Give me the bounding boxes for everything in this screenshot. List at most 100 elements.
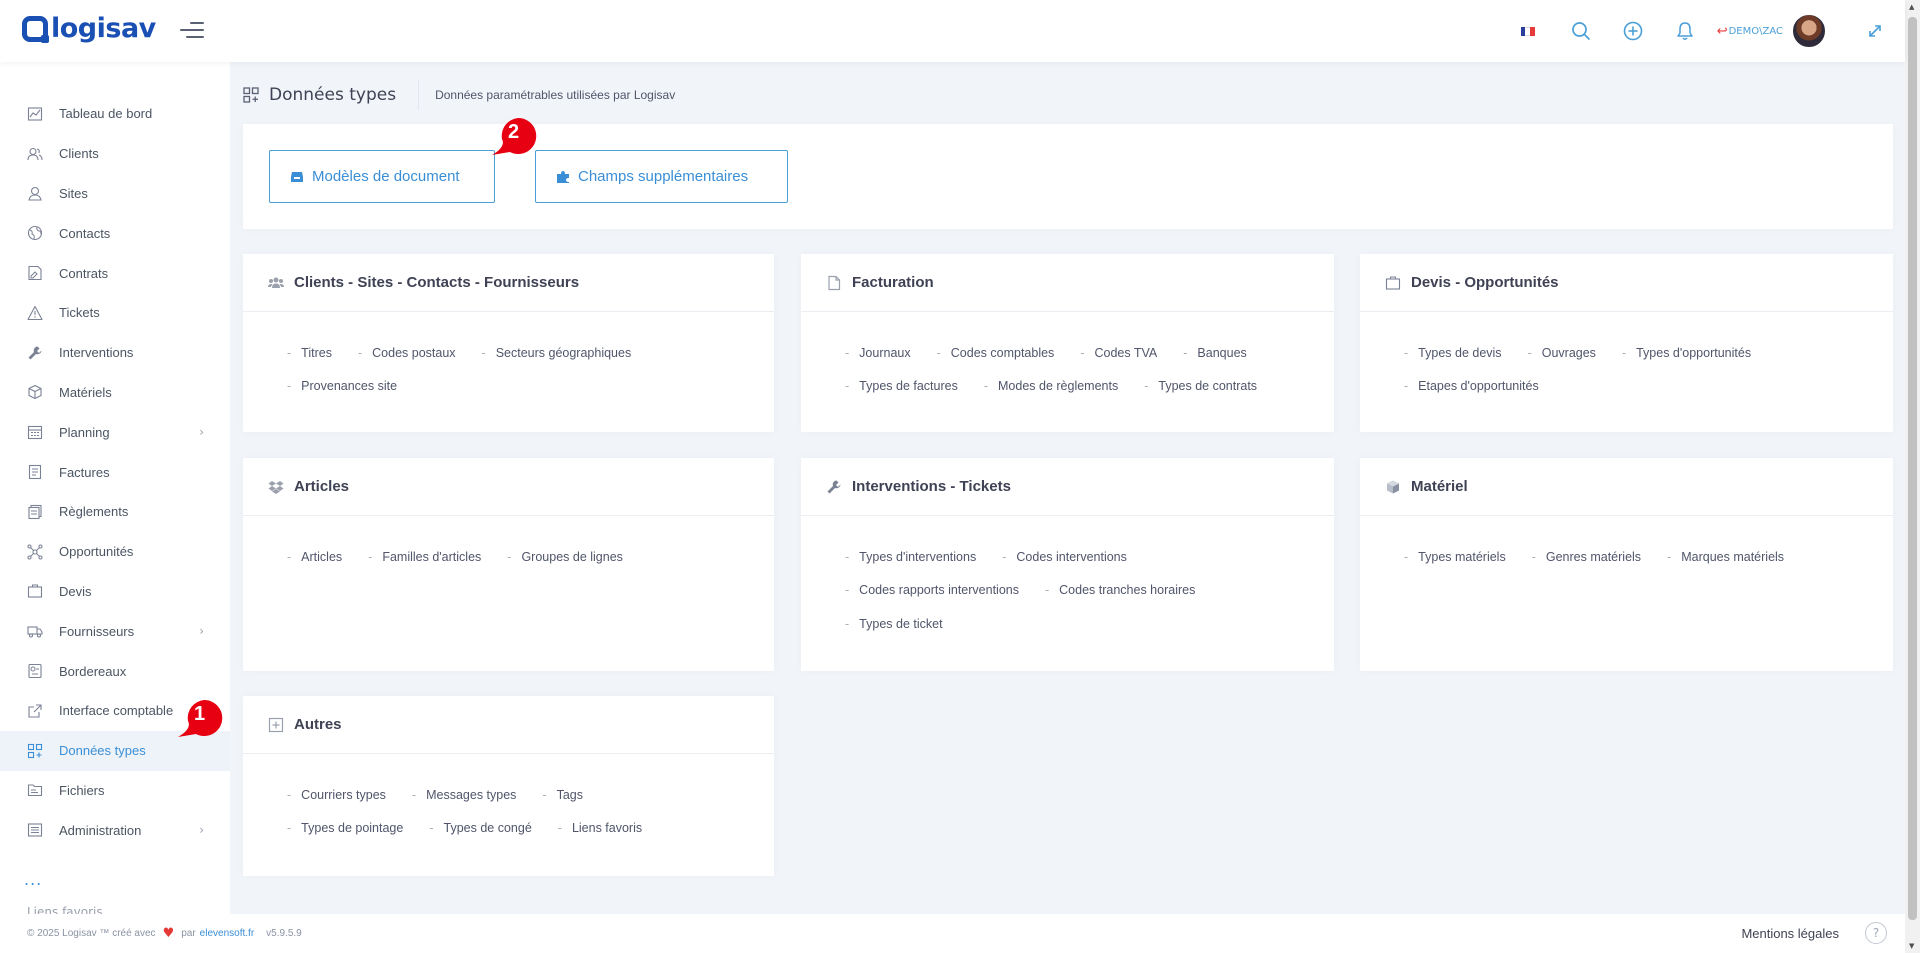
sidebar-item-opportunites[interactable]: Opportunités xyxy=(0,532,230,572)
sidebar-item-bordereaux[interactable]: Bordereaux xyxy=(0,651,230,691)
sidebar-item-tableau-de-bord[interactable]: Tableau de bord xyxy=(0,94,230,134)
sidebar-item-interventions[interactable]: Interventions xyxy=(0,333,230,373)
chevron-right-icon: › xyxy=(199,425,204,440)
section-link[interactable]: Codes tranches horaires xyxy=(1045,574,1195,608)
more-dots[interactable]: ... xyxy=(24,870,42,889)
section-link[interactable]: Journaux xyxy=(845,336,910,370)
section-link[interactable]: Banques xyxy=(1183,336,1246,370)
section-link[interactable]: Secteurs géographiques xyxy=(482,336,632,370)
chevron-right-icon: › xyxy=(199,624,204,639)
sidebar-item-label: Fichiers xyxy=(59,782,105,798)
sidebar-item-label: Matériels xyxy=(59,384,112,400)
puzzle-icon xyxy=(557,170,569,183)
help-icon[interactable]: ? xyxy=(1865,922,1887,944)
sidebar-item-contacts[interactable]: Contacts xyxy=(0,213,230,253)
section-link[interactable]: Types matériels xyxy=(1404,540,1506,574)
globe-icon-wrap xyxy=(27,225,43,241)
sidebar-item-label: Fournisseurs xyxy=(59,623,135,639)
payments-icon-wrap xyxy=(27,504,43,520)
section-link[interactable]: Groupes de lignes xyxy=(507,540,622,574)
section-link[interactable]: Titres xyxy=(287,336,332,370)
header-actions: ↩ DEMO\ZAC xyxy=(1501,0,1905,62)
section-link[interactable]: Tags xyxy=(542,778,583,812)
section-link[interactable]: Marques matériels xyxy=(1667,540,1784,574)
section-link[interactable]: Codes rapports interventions xyxy=(845,574,1019,608)
section-link[interactable]: Liens favoris xyxy=(558,812,642,846)
sidebar-item-fournisseurs[interactable]: Fournisseurs › xyxy=(0,611,230,651)
user-menu[interactable]: ↩ DEMO\ZAC xyxy=(1717,13,1827,49)
elevensoft-link[interactable]: elevensoft.fr xyxy=(200,928,254,939)
section-link[interactable]: Codes comptables xyxy=(937,336,1055,370)
sidebar-item-liens-favoris[interactable]: Liens favoris xyxy=(27,905,103,914)
section-link[interactable]: Codes interventions xyxy=(1002,540,1126,574)
section-link[interactable]: Etapes d'opportunités xyxy=(1404,370,1539,404)
scrollbar-thumb[interactable] xyxy=(1908,17,1917,920)
section-link[interactable]: Codes postaux xyxy=(358,336,455,370)
section-link[interactable]: Types d'interventions xyxy=(845,540,976,574)
menu-toggle-icon[interactable] xyxy=(180,22,204,40)
section-link[interactable]: Familles d'articles xyxy=(368,540,481,574)
sidebar-item-devis[interactable]: Devis xyxy=(0,572,230,612)
sidebar-item-factures[interactable]: Factures xyxy=(0,452,230,492)
sidebar-item-label: Factures xyxy=(59,464,110,480)
search-icon xyxy=(1571,22,1590,40)
section-link[interactable]: Types de contrats xyxy=(1144,370,1257,404)
french-flag-icon[interactable] xyxy=(1520,26,1535,36)
legal-notice-link[interactable]: Mentions légales xyxy=(1741,926,1839,941)
callout-number-1: 1 xyxy=(194,703,206,725)
scroll-down-icon[interactable]: ▼ xyxy=(1909,942,1914,950)
logo-mark-icon xyxy=(22,15,49,43)
search-button[interactable] xyxy=(1555,0,1607,62)
external-link-icon xyxy=(28,704,42,718)
sidebar-item-fichiers[interactable]: Fichiers xyxy=(0,771,230,811)
document-models-button[interactable]: Modèles de document xyxy=(269,150,495,203)
fullscreen-button[interactable] xyxy=(1845,0,1905,62)
top-header: logisav ↩ DEMO\ZAC xyxy=(0,0,1905,62)
notifications-button[interactable] xyxy=(1659,0,1711,62)
callout-number-2: 2 xyxy=(508,121,520,143)
avatar[interactable] xyxy=(1791,13,1827,49)
section-link[interactable]: Provenances site xyxy=(287,370,397,404)
callout-badge-1: 1 xyxy=(176,699,226,739)
section-links: Articles Familles d'articles Groupes de li… xyxy=(243,516,743,574)
plus-circle-icon xyxy=(1623,21,1643,41)
grid-plus-icon xyxy=(243,87,259,103)
section-header: Interventions - Tickets xyxy=(801,458,1334,516)
section-link[interactable]: Codes TVA xyxy=(1080,336,1157,370)
scroll-up-icon[interactable]: ▲ xyxy=(1909,3,1914,11)
page-scrollbar[interactable]: ▲ ▼ xyxy=(1905,0,1920,953)
sidebar-item-tickets[interactable]: Tickets xyxy=(0,293,230,333)
section-link[interactable]: Courriers types xyxy=(287,778,386,812)
logisav-logo[interactable]: logisav xyxy=(22,13,156,44)
sidebar-item-planning[interactable]: Planning › xyxy=(0,412,230,452)
section-card: Devis - Opportunités Types de devis Ouvrag… xyxy=(1360,254,1893,432)
sidebar-item-label: Tableau de bord xyxy=(59,106,153,122)
page-header: Données types Données paramétrables util… xyxy=(243,78,675,112)
plus-square-icon xyxy=(268,717,284,732)
section-link[interactable]: Types de ticket xyxy=(845,607,942,641)
sidebar-item-administration[interactable]: Administration › xyxy=(0,810,230,850)
section-link[interactable]: Types de pointage xyxy=(287,812,403,846)
section-link[interactable]: Genres matériels xyxy=(1532,540,1641,574)
section-link[interactable]: Ouvrages xyxy=(1528,336,1596,370)
sidebar-item-label: Interface comptable xyxy=(59,703,174,719)
sidebar-item-sites[interactable]: Sites xyxy=(0,174,230,214)
user-name: ↩ DEMO\ZAC xyxy=(1717,24,1783,39)
section-link[interactable]: Modes de règlements xyxy=(984,370,1118,404)
section-link[interactable]: Messages types xyxy=(412,778,516,812)
section-link[interactable]: Types de congé xyxy=(429,812,532,846)
box-icon xyxy=(28,385,42,400)
sidebar-item-label: Clients xyxy=(59,146,99,162)
sidebar-item-contrats[interactable]: Contrats xyxy=(0,253,230,293)
section-header: Matériel xyxy=(1360,458,1893,516)
switch-user-icon[interactable]: ↩ xyxy=(1717,24,1728,39)
add-button[interactable] xyxy=(1607,0,1659,62)
sidebar-item-reglements[interactable]: Règlements xyxy=(0,492,230,532)
sidebar-item-materiels[interactable]: Matériels xyxy=(0,373,230,413)
section-link[interactable]: Types de factures xyxy=(845,370,958,404)
sidebar-item-clients[interactable]: Clients xyxy=(0,134,230,174)
section-link[interactable]: Types de devis xyxy=(1404,336,1501,370)
extra-fields-button[interactable]: Champs supplémentaires xyxy=(535,150,788,203)
section-link[interactable]: Types d'opportunités xyxy=(1622,336,1751,370)
section-link[interactable]: Articles xyxy=(287,540,342,574)
